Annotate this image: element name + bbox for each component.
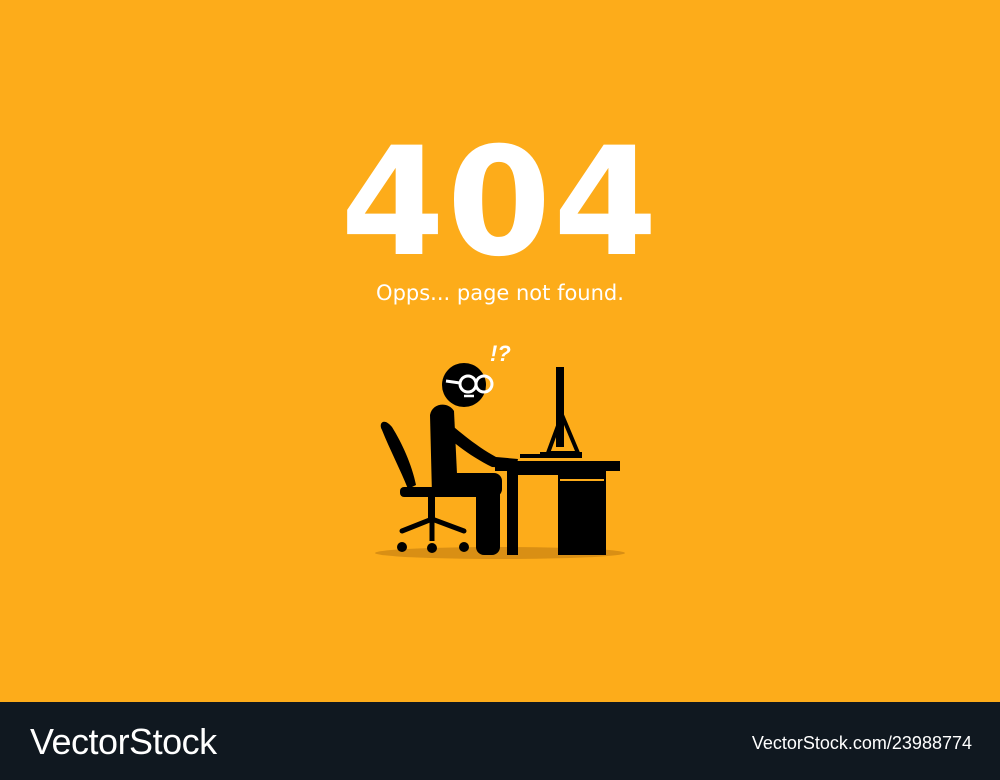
image-id-label: VectorStock.com/23988774	[751, 733, 972, 753]
error-code: 404	[340, 116, 660, 290]
watermark-bar: VectorStock VectorStock.com/23988774	[0, 702, 1000, 780]
person-figure	[430, 363, 518, 555]
desk-icon	[495, 461, 620, 555]
error-page: 404 Opps... page not found. !? VectorSto…	[0, 0, 1000, 780]
person-at-desk-illustration: !?	[375, 341, 625, 559]
computer-monitor-icon	[540, 367, 582, 458]
confused-mark: !?	[490, 341, 511, 366]
error-message: Opps... page not found.	[376, 281, 624, 305]
brand-logo: VectorStock	[30, 721, 217, 762]
